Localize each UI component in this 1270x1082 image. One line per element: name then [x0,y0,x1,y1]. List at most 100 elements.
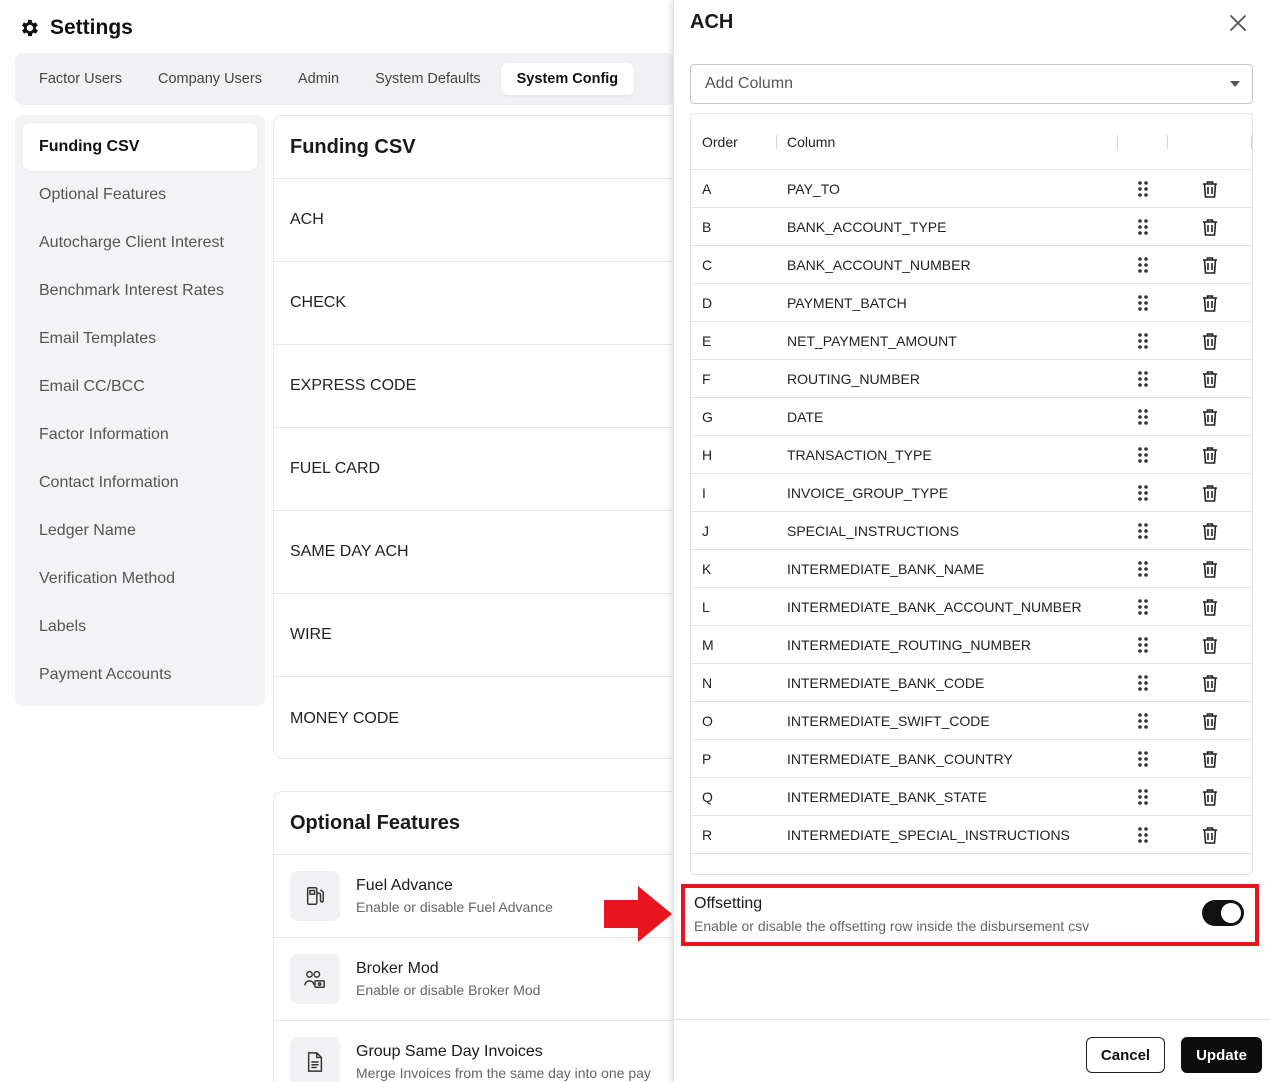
trash-icon[interactable] [1202,712,1218,730]
row-column-name: TRANSACTION_TYPE [787,446,932,463]
row-column-name: NET_PAYMENT_AMOUNT [787,332,957,349]
drag-handle-icon[interactable] [1137,408,1149,426]
drag-handle-icon[interactable] [1137,180,1149,198]
trash-icon[interactable] [1202,750,1218,768]
feature-group-same-day-invoices: Group Same Day Invoices Merge Invoices f… [274,1021,712,1082]
table-row: N INTERMEDIATE_BANK_CODE [691,664,1252,702]
trash-icon[interactable] [1202,598,1218,616]
ach-drawer: ACH Add Column Order Column A PAY_TO B BANK… [673,0,1270,1082]
trash-icon[interactable] [1202,180,1218,198]
drag-handle-icon[interactable] [1137,484,1149,502]
trash-icon[interactable] [1202,332,1218,350]
table-row: E NET_PAYMENT_AMOUNT [691,322,1252,360]
row-order: P [702,750,712,767]
row-column-name: BANK_ACCOUNT_NUMBER [787,256,971,273]
drag-handle-icon[interactable] [1137,560,1149,578]
sidebar-item-benchmark-interest-rates[interactable]: Benchmark Interest Rates [23,267,257,315]
csv-row-wire[interactable]: WIRE [274,594,712,677]
sidebar-item-optional-features[interactable]: Optional Features [23,171,257,219]
sidebar-item-factor-information[interactable]: Factor Information [23,411,257,459]
sidebar-item-contact-information[interactable]: Contact Information [23,459,257,507]
drag-handle-icon[interactable] [1137,712,1149,730]
drag-handle-icon[interactable] [1137,522,1149,540]
sidebar-item-verification-method[interactable]: Verification Method [23,555,257,603]
table-row: R INTERMEDIATE_SPECIAL_INSTRUCTIONS [691,816,1252,854]
sidebar-item-email-cc-bcc[interactable]: Email CC/BCC [23,363,257,411]
feature-name: Broker Mod [356,960,439,977]
chevron-down-icon [1230,81,1240,87]
drag-handle-icon[interactable] [1137,674,1149,692]
csv-row-check[interactable]: CHECK [274,262,712,345]
sidebar-item-email-templates[interactable]: Email Templates [23,315,257,363]
sidebar-item-payment-accounts[interactable]: Payment Accounts [23,651,257,699]
trash-icon[interactable] [1202,788,1218,806]
csv-row-fuel-card[interactable]: FUEL CARD [274,428,712,511]
tab-company-users[interactable]: Company Users [142,63,278,95]
row-order: I [702,484,706,501]
drag-handle-icon[interactable] [1137,294,1149,312]
row-order: D [702,294,713,311]
sidebar-item-funding-csv[interactable]: Funding CSV [23,123,257,171]
trash-icon[interactable] [1202,218,1218,236]
drag-handle-icon[interactable] [1137,636,1149,654]
gear-icon [22,19,38,37]
trash-icon[interactable] [1202,256,1218,274]
close-icon[interactable] [1227,12,1249,34]
header-delete [1168,114,1252,169]
users-money-icon [290,954,340,1004]
drag-handle-icon[interactable] [1137,332,1149,350]
optional-features-title: Optional Features [274,792,712,855]
page-title: Settings [50,16,133,39]
trash-icon[interactable] [1202,370,1218,388]
trash-icon[interactable] [1202,484,1218,502]
row-order: G [702,408,713,425]
trash-icon[interactable] [1202,522,1218,540]
table-row: P INTERMEDIATE_BANK_COUNTRY [691,740,1252,778]
drag-handle-icon[interactable] [1137,370,1149,388]
tab-admin[interactable]: Admin [282,63,355,95]
sidebar-item-ledger-name[interactable]: Ledger Name [23,507,257,555]
sidebar-item-labels[interactable]: Labels [23,603,257,651]
trash-icon[interactable] [1202,408,1218,426]
tab-system-defaults[interactable]: System Defaults [359,63,497,95]
offsetting-toggle[interactable] [1202,900,1244,926]
tab-factor-users[interactable]: Factor Users [23,63,138,95]
row-column-name: INTERMEDIATE_BANK_COUNTRY [787,750,1013,767]
feature-name: Group Same Day Invoices [356,1043,543,1060]
csv-row-same-day-ach[interactable]: SAME DAY ACH [274,511,712,594]
table-row: D PAYMENT_BATCH [691,284,1252,322]
cancel-button[interactable]: Cancel [1086,1037,1165,1073]
csv-row-ach[interactable]: ACH [274,179,712,262]
drag-handle-icon[interactable] [1137,446,1149,464]
drag-handle-icon[interactable] [1137,598,1149,616]
row-order: B [702,218,712,235]
trash-icon[interactable] [1202,446,1218,464]
toggle-knob [1221,903,1241,923]
trash-icon[interactable] [1202,560,1218,578]
row-column-name: INTERMEDIATE_SPECIAL_INSTRUCTIONS [787,826,1070,843]
fuel-pump-icon [290,871,340,921]
table-row: H TRANSACTION_TYPE [691,436,1252,474]
sidebar-item-autocharge-client-interest[interactable]: Autocharge Client Interest [23,219,257,267]
row-column-name: INTERMEDIATE_BANK_NAME [787,560,985,577]
row-order: F [702,370,711,387]
row-order: H [702,446,713,463]
tab-system-config[interactable]: System Config [500,63,635,95]
drag-handle-icon[interactable] [1137,826,1149,844]
drag-handle-icon[interactable] [1137,788,1149,806]
row-order: A [702,180,712,197]
drag-handle-icon[interactable] [1137,750,1149,768]
feature-broker-mod: Broker Mod Enable or disable Broker Mod [274,938,712,1021]
drag-handle-icon[interactable] [1137,256,1149,274]
drag-handle-icon[interactable] [1137,218,1149,236]
update-button[interactable]: Update [1181,1037,1262,1073]
trash-icon[interactable] [1202,826,1218,844]
trash-icon[interactable] [1202,636,1218,654]
add-column-select[interactable]: Add Column [690,64,1253,104]
csv-row-money-code[interactable]: MONEY CODE [274,677,712,758]
trash-icon[interactable] [1202,674,1218,692]
row-column-name: INVOICE_GROUP_TYPE [787,484,949,501]
trash-icon[interactable] [1202,294,1218,312]
csv-row-express-code[interactable]: EXPRESS CODE [274,345,712,428]
feature-description: Enable or disable Broker Mod [356,982,541,998]
